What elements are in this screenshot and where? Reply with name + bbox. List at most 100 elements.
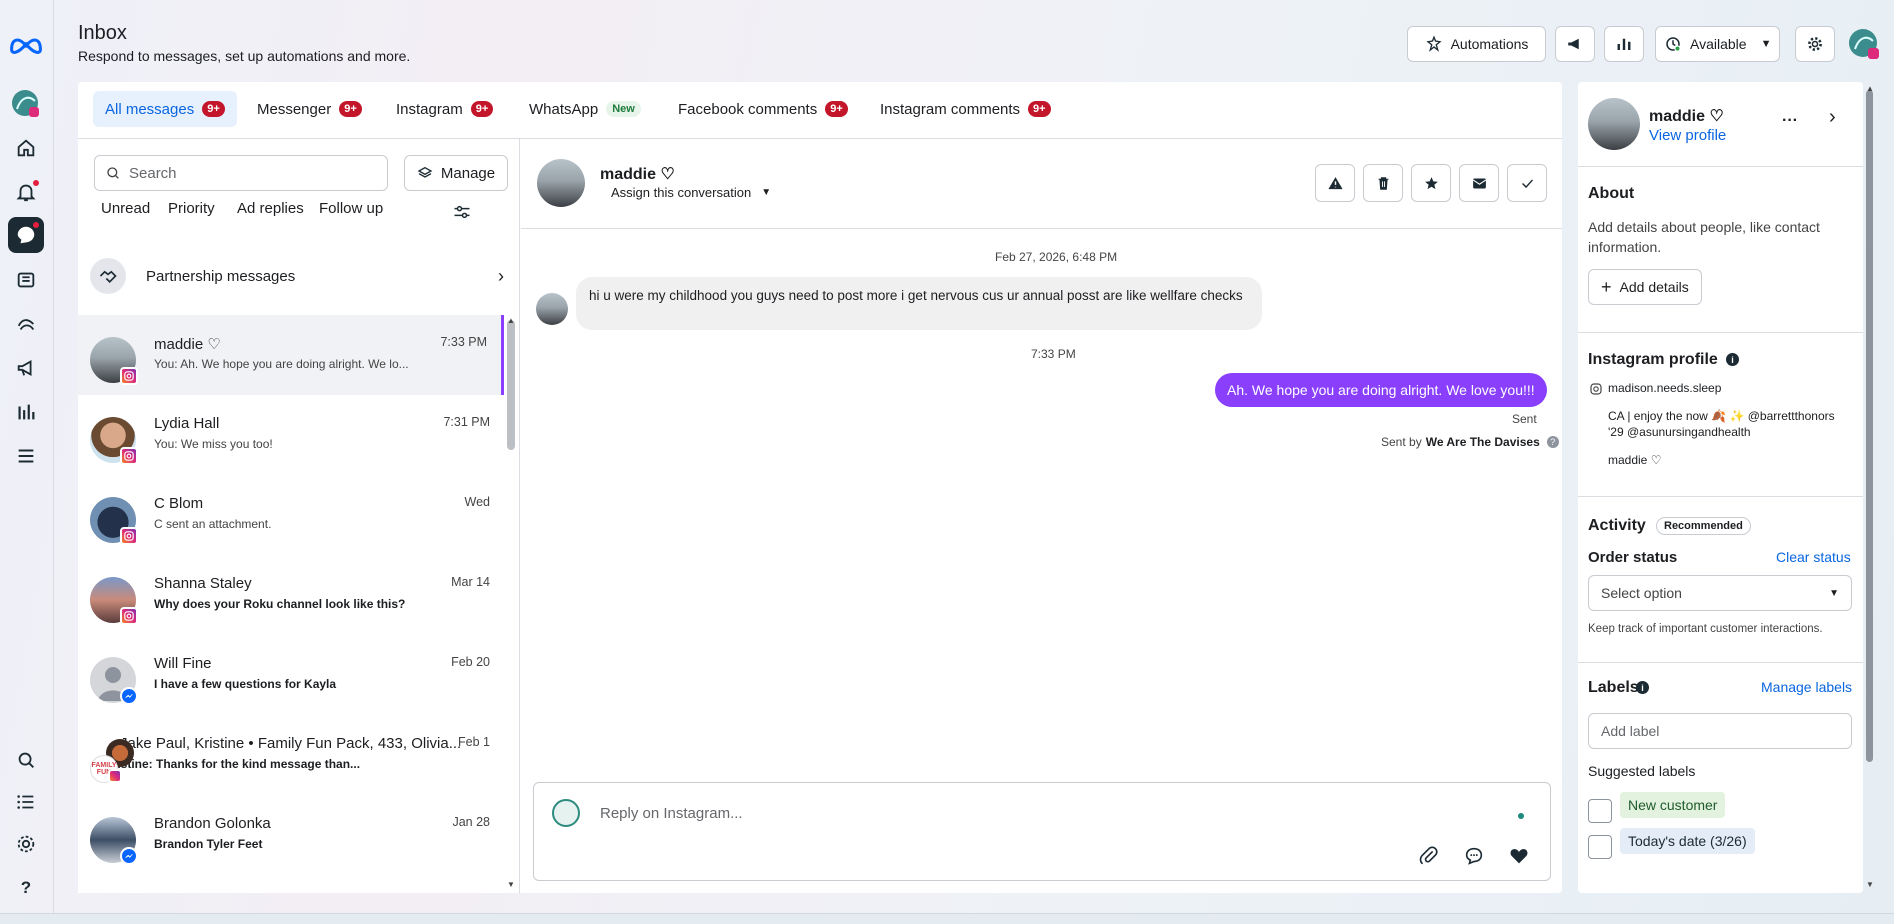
partnership-label: Partnership messages <box>146 267 296 285</box>
order-status-label: Order status <box>1588 549 1678 566</box>
search-placeholder: Search <box>129 164 177 182</box>
conversation-row[interactable]: Brandon Golonka Brandon Tyler Feet Jan 2… <box>78 795 504 875</box>
view-profile-link[interactable]: View profile <box>1649 127 1726 144</box>
tab-all-messages[interactable]: All messages 9+ <box>93 91 237 127</box>
settings-button[interactable] <box>1795 26 1835 62</box>
mark-unread-button[interactable] <box>1459 164 1499 202</box>
conversation-row[interactable]: Will Fine I have a few questions for Kay… <box>78 635 504 715</box>
help-icon[interactable]: ? <box>8 870 44 906</box>
filter-priority[interactable]: Priority <box>168 200 215 217</box>
automations-button[interactable]: Automations <box>1407 26 1546 62</box>
menu-icon[interactable] <box>8 438 44 474</box>
delete-button[interactable] <box>1363 164 1403 202</box>
profile-avatar <box>1588 98 1640 150</box>
settings-gear-icon[interactable] <box>8 826 44 862</box>
search-input[interactable]: Search <box>94 155 388 191</box>
content-icon[interactable] <box>8 262 44 298</box>
collapse-chevron-icon[interactable]: › <box>1829 106 1836 129</box>
tab-facebook-comments[interactable]: Facebook comments 9+ <box>666 91 860 127</box>
ig-handle[interactable]: madison.needs.sleep <box>1608 381 1721 395</box>
conversation-list-scrollbar[interactable] <box>507 320 515 450</box>
search-icon[interactable] <box>8 742 44 778</box>
manage-button[interactable]: Manage <box>404 155 508 191</box>
reply-composer[interactable]: Reply on Instagram... <box>533 782 1551 881</box>
analytics-icon[interactable] <box>8 394 44 430</box>
scroll-down-icon[interactable]: ▼ <box>1866 880 1874 889</box>
suggested-label-new-customer[interactable]: New customer <box>1620 792 1726 818</box>
conversation-name: Will Fine <box>154 655 212 672</box>
activity-section: Activity Recommended Order status Clear … <box>1578 496 1863 635</box>
instagram-icon <box>120 447 138 465</box>
new-badge: New <box>606 101 641 117</box>
meta-logo-icon[interactable] <box>8 26 44 62</box>
ig-bio-line-1: CA | enjoy the now 🍂 ✨ @barrettthonors <box>1608 409 1835 423</box>
availability-dropdown[interactable]: Available ▼ <box>1655 26 1780 62</box>
tab-instagram[interactable]: Instagram 9+ <box>384 91 505 127</box>
sent-by-name: We Are The Davises <box>1425 435 1540 449</box>
suggested-label-todays-date[interactable]: Today's date (3/26) <box>1620 828 1755 854</box>
filter-unread[interactable]: Unread <box>101 200 150 217</box>
page-avatar-icon[interactable] <box>8 86 44 122</box>
contact-avatar[interactable] <box>537 159 585 207</box>
conversation-name: Jake Paul, Kristine • Family Fun Pack, 4… <box>120 735 462 752</box>
attachment-icon[interactable] <box>1418 845 1440 867</box>
tab-instagram-comments[interactable]: Instagram comments 9+ <box>868 91 1063 127</box>
order-status-select[interactable]: Select option ▼ <box>1588 575 1852 611</box>
inbox-icon[interactable] <box>8 217 44 253</box>
conversation-time: Mar 14 <box>451 575 490 589</box>
conversation-time: Feb 1 <box>458 735 490 749</box>
spam-button[interactable] <box>1315 164 1355 202</box>
assign-conversation-dropdown[interactable]: Assign this conversation ▼ <box>611 185 771 200</box>
clear-status-link[interactable]: Clear status <box>1776 549 1851 565</box>
conversation-row[interactable]: Shanna Staley Why does your Roku channel… <box>78 555 504 635</box>
stats-button[interactable] <box>1604 26 1644 62</box>
tab-messenger[interactable]: Messenger 9+ <box>245 91 374 127</box>
ads-megaphone-icon[interactable] <box>8 350 44 386</box>
insights-icon[interactable] <box>8 306 44 342</box>
caret-down-icon: ▼ <box>761 187 772 198</box>
conversation-row[interactable]: maddie ♡ You: Ah. We hope you are doing … <box>78 315 504 395</box>
more-options-icon[interactable]: ··· <box>1782 112 1798 130</box>
info-icon[interactable]: i <box>1726 353 1739 366</box>
partnership-messages-row[interactable]: Partnership messages › <box>78 250 520 302</box>
check-icon <box>1521 178 1533 188</box>
conversation-time: Jan 28 <box>452 815 490 829</box>
account-avatar[interactable] <box>1848 28 1880 60</box>
home-icon[interactable] <box>8 130 44 166</box>
scroll-up-icon[interactable]: ▲ <box>507 316 515 325</box>
list-fade <box>78 876 506 893</box>
add-label-input[interactable]: Add label <box>1588 713 1852 749</box>
megaphone-button[interactable] <box>1555 26 1595 62</box>
info-icon[interactable]: i <box>1636 681 1649 694</box>
conversation-row[interactable]: C Blom C sent an attachment. Wed <box>78 475 504 555</box>
conversation-row[interactable]: Lydia Hall You: We miss you too! 7:31 PM <box>78 395 504 475</box>
scroll-down-icon[interactable]: ▼ <box>507 880 515 889</box>
conversation-time: Feb 20 <box>451 655 490 669</box>
mark-done-button[interactable] <box>1507 164 1547 202</box>
details-panel-scrollbar[interactable] <box>1866 90 1873 762</box>
date-stamp: Feb 27, 2026, 6:48 PM <box>995 250 1118 264</box>
add-details-button[interactable]: + Add details <box>1588 269 1702 305</box>
conversation-row[interactable]: Jake Paul, Kristine • Family Fun Pack, 4… <box>78 715 504 795</box>
saved-replies-icon[interactable] <box>1463 845 1485 867</box>
conversation-time: 7:33 PM <box>440 335 487 349</box>
filter-follow-up[interactable]: Follow up <box>319 200 383 217</box>
conversation-name: maddie ♡ <box>154 336 221 353</box>
list-icon[interactable] <box>8 784 44 820</box>
conversation-name: Brandon Golonka <box>154 815 271 832</box>
suggested-label-checkbox[interactable] <box>1588 799 1612 823</box>
filter-ad-replies[interactable]: Ad replies <box>237 200 304 217</box>
filter-settings-icon[interactable] <box>452 202 472 225</box>
automations-icon <box>1425 35 1442 52</box>
tab-whatsapp[interactable]: WhatsApp New <box>517 91 653 127</box>
scroll-up-icon[interactable]: ▲ <box>1866 84 1874 93</box>
contact-name[interactable]: maddie ♡ <box>600 164 675 184</box>
profile-name: maddie ♡ <box>1649 108 1724 125</box>
notifications-icon[interactable] <box>8 174 44 210</box>
manage-labels-link[interactable]: Manage labels <box>1761 679 1852 695</box>
suggested-label-checkbox[interactable] <box>1588 835 1612 859</box>
star-button[interactable] <box>1411 164 1451 202</box>
help-circle-icon[interactable]: ? <box>1546 436 1559 448</box>
add-details-label: Add details <box>1619 279 1689 295</box>
heart-icon[interactable] <box>1508 845 1530 867</box>
